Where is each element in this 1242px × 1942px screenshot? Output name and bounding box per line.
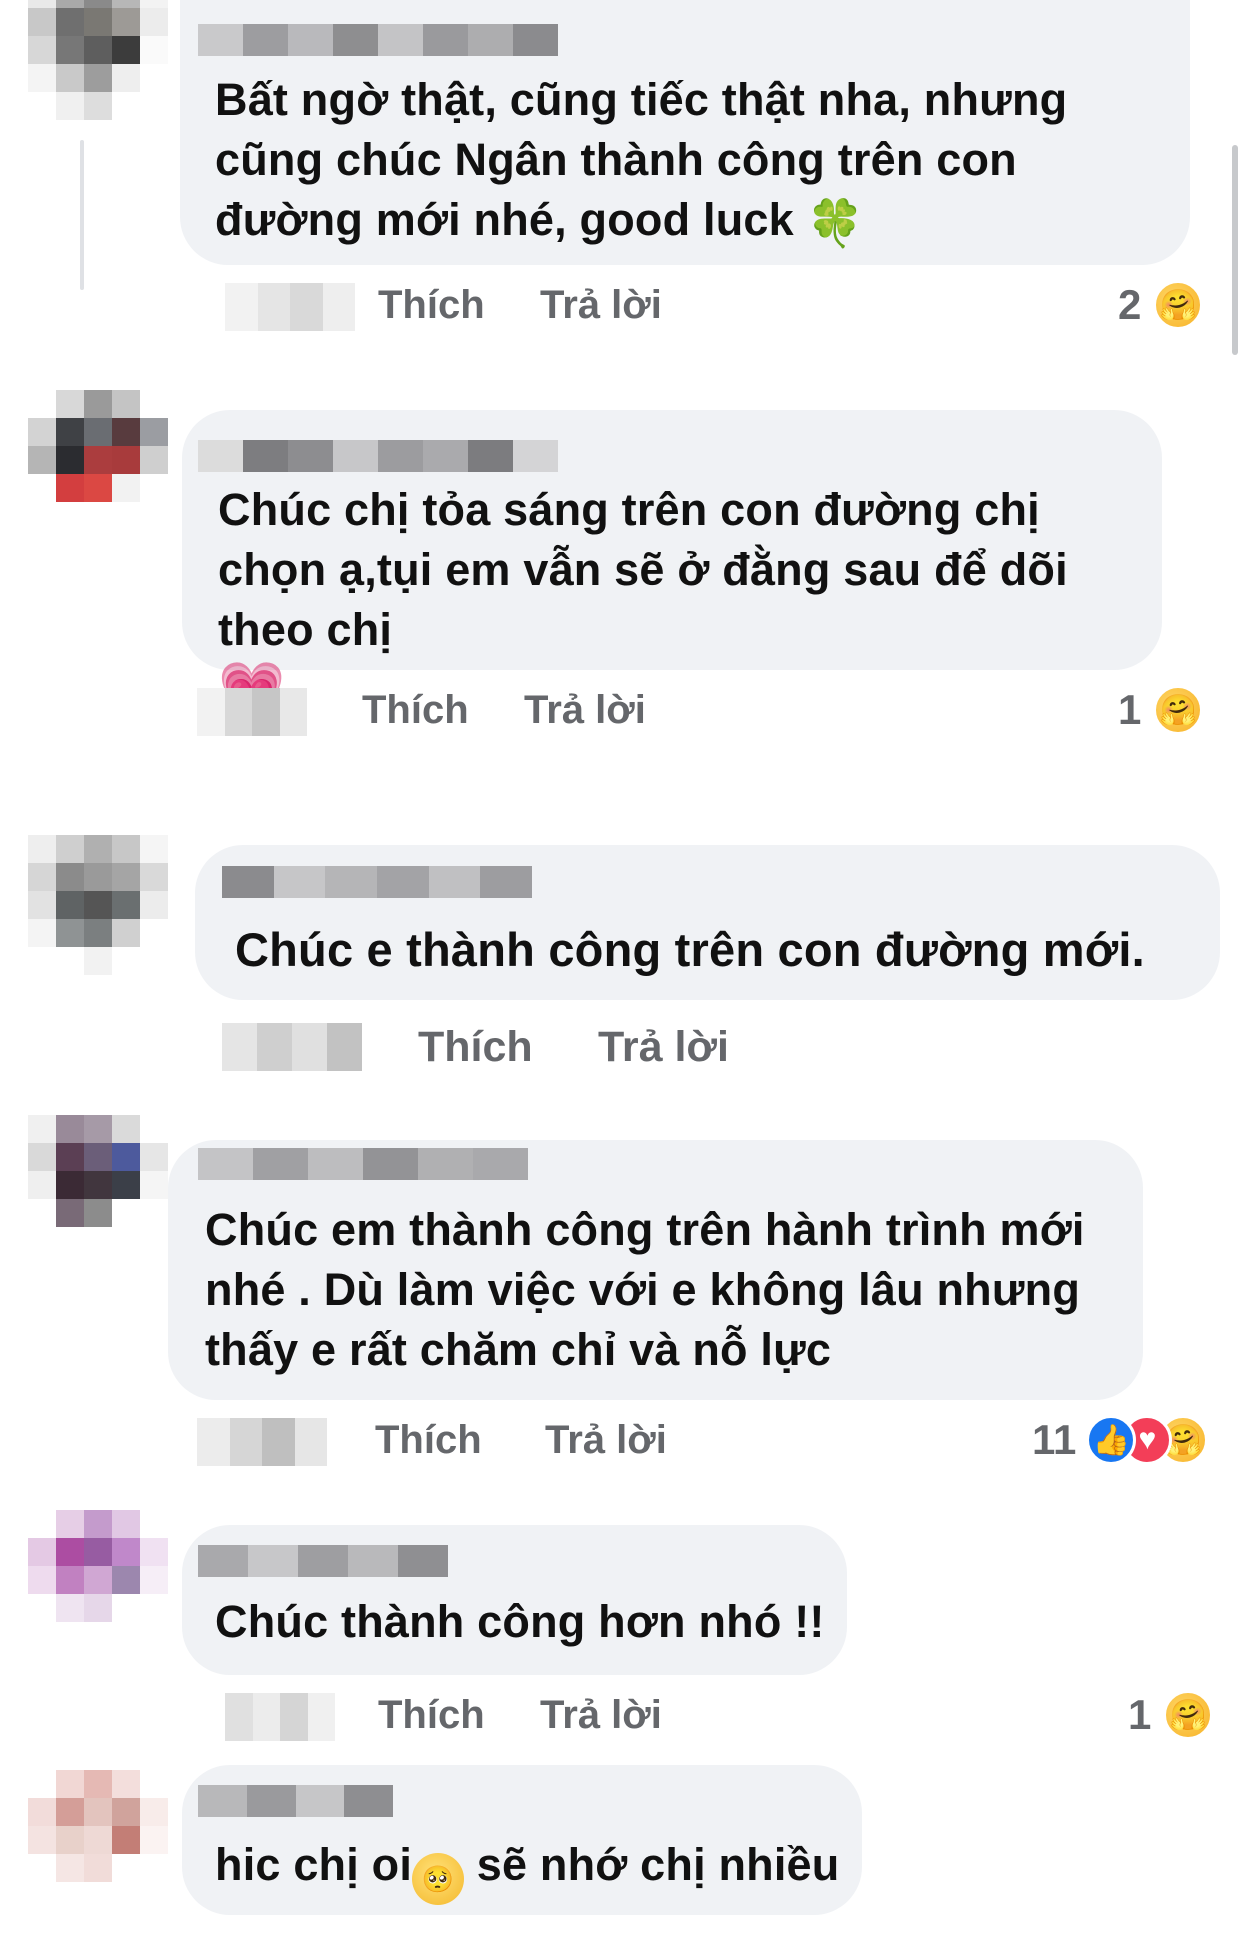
- like-button[interactable]: Thích: [418, 1023, 533, 1072]
- comment-actions: Thích Trả lời 1 🤗: [0, 680, 1242, 740]
- reaction-summary[interactable]: 1 🤗: [1118, 680, 1204, 740]
- like-button[interactable]: Thích: [378, 283, 485, 328]
- reply-button[interactable]: Trả lời: [540, 1693, 662, 1738]
- comment-actions: Thích Trả lời 1 🤗: [0, 1685, 1242, 1745]
- avatar[interactable]: [28, 1115, 168, 1255]
- reaction-count: 2: [1118, 281, 1142, 328]
- avatar[interactable]: [28, 0, 168, 120]
- author-name-blurred[interactable]: [198, 440, 558, 472]
- author-name-blurred[interactable]: [222, 866, 533, 898]
- care-reaction-icon: 🤗: [1163, 1690, 1214, 1740]
- like-button[interactable]: Thích: [375, 1418, 482, 1463]
- author-name-blurred[interactable]: [198, 1545, 448, 1577]
- comment-actions: Thích Trả lời 2 🤗: [0, 275, 1242, 335]
- timestamp-blurred: [222, 1023, 362, 1071]
- comment-text: hic chị oi 🥺 sẽ nhớ chị nhiều: [215, 1835, 875, 1905]
- pleading-face-emoji: 🥺: [412, 1853, 465, 1905]
- reaction-count: 1: [1118, 686, 1142, 733]
- author-name-blurred[interactable]: [198, 1148, 528, 1180]
- reply-button[interactable]: Trả lời: [524, 688, 646, 733]
- reaction-summary[interactable]: 11 👍 ♥ 🤗: [1032, 1410, 1209, 1470]
- comment-text: Chúc thành công hơn nhó !!: [215, 1596, 825, 1647]
- author-name-blurred[interactable]: [198, 24, 558, 56]
- reply-button[interactable]: Trả lời: [545, 1418, 667, 1463]
- reply-button[interactable]: Trả lời: [540, 283, 662, 328]
- thread-line: [80, 140, 84, 290]
- avatar[interactable]: [28, 390, 168, 530]
- author-name-blurred[interactable]: [198, 1785, 393, 1817]
- reaction-summary[interactable]: 1 🤗: [1128, 1685, 1214, 1745]
- care-reaction-icon: 🤗: [1153, 685, 1204, 735]
- like-button[interactable]: Thích: [378, 1693, 485, 1738]
- reply-button[interactable]: Trả lời: [598, 1023, 729, 1072]
- timestamp-blurred: [197, 1418, 327, 1466]
- clover-emoji: 🍀: [806, 197, 865, 249]
- timestamp-blurred: [225, 283, 355, 331]
- avatar[interactable]: [28, 835, 168, 975]
- comment-text: Bất ngờ thật, cũng tiếc thật nha, nhưng …: [215, 74, 1068, 249]
- reaction-count: 1: [1128, 1691, 1152, 1738]
- comment-actions: Thích Trả lời 11 👍 ♥ 🤗: [0, 1410, 1242, 1470]
- comment-text: Chúc e thành công trên con đường mới.: [235, 923, 1145, 976]
- timestamp-blurred: [197, 688, 307, 736]
- reaction-count: 11: [1032, 1416, 1077, 1463]
- reaction-summary[interactable]: 2 🤗: [1118, 275, 1204, 335]
- timestamp-blurred: [225, 1693, 335, 1741]
- comment-actions: Thích Trả lời: [0, 1015, 1242, 1075]
- avatar[interactable]: [28, 1510, 168, 1650]
- care-reaction-icon: 🤗: [1153, 280, 1204, 330]
- avatar[interactable]: [28, 1770, 168, 1910]
- like-button[interactable]: Thích: [362, 688, 469, 733]
- comment-text: Chúc em thành công trên hành trình mới n…: [205, 1204, 1085, 1375]
